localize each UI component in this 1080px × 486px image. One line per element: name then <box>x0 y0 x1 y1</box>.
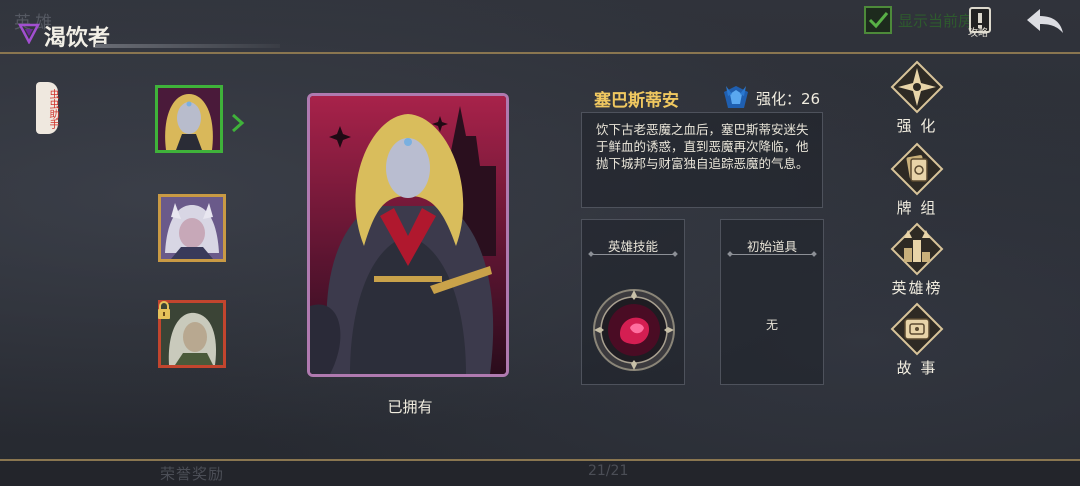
starting-item-panel: 初始道具 无 <box>720 219 824 385</box>
story-button[interactable]: 故 事 <box>886 302 948 378</box>
hero-skill-title: 英雄技能 <box>607 239 658 254</box>
hero-card-art <box>307 93 509 377</box>
show-current-checkbox[interactable] <box>864 6 892 34</box>
story-label: 故 事 <box>896 359 938 377</box>
hero-thumb-2[interactable] <box>158 194 226 262</box>
enhance-star-icon <box>890 60 944 114</box>
honor-reward-button[interactable]: 荣誉奖励 <box>160 463 224 484</box>
sebastian-portrait <box>158 88 220 150</box>
back-arrow-icon[interactable] <box>1024 6 1066 36</box>
ranking-podium-icon <box>890 222 944 276</box>
selected-arrow-icon <box>232 113 245 133</box>
top-divider <box>0 52 1080 54</box>
page-counter: 21/21 <box>588 463 629 479</box>
helper-tab[interactable]: 虫虫助手 <box>36 82 58 134</box>
item-divider <box>731 254 813 255</box>
deck-button[interactable]: 牌 组 <box>886 142 948 218</box>
hero-skill-panel: 英雄技能 <box>581 219 685 385</box>
ranking-label: 英雄榜 <box>891 279 943 297</box>
owned-label: 已拥有 <box>387 398 433 416</box>
wolf-hero-portrait <box>161 197 223 259</box>
show-current-toggle[interactable]: 显示当前房 <box>864 6 973 34</box>
sebastian-card-illustration <box>310 96 506 374</box>
blood-skill-icon[interactable] <box>592 288 676 372</box>
hero-description: 饮下古老恶魔之血后，塞巴斯蒂安迷失于鲜血的诱惑，直到恶魔再次降临，他抛下城邦与财… <box>581 112 823 208</box>
hero-thumb-sebastian[interactable] <box>155 85 223 153</box>
hero-name: 塞巴斯蒂安 <box>594 91 679 111</box>
check-icon <box>868 12 889 29</box>
demon-emblem-icon <box>18 23 40 44</box>
guide-label[interactable]: 攻略 <box>968 24 988 39</box>
ranking-button[interactable]: 英雄榜 <box>886 222 948 298</box>
title-underline <box>95 44 280 48</box>
deck-label: 牌 组 <box>896 199 938 217</box>
enhance-label: 强 化 <box>896 117 938 135</box>
enhance-crystal-icon <box>724 86 748 108</box>
deck-cards-icon <box>890 142 944 196</box>
starting-item-value: 无 <box>765 318 778 332</box>
enhance-button[interactable]: 强 化 <box>886 60 948 136</box>
skill-divider <box>592 254 674 255</box>
enhance-level: 强化：26 <box>756 90 821 108</box>
show-current-label: 显示当前房 <box>898 11 974 30</box>
starting-item-title: 初始道具 <box>746 239 797 254</box>
lock-icon <box>158 301 170 319</box>
top-bar: 英雄 渴饮者 显示当前房 攻略 <box>0 0 1080 54</box>
story-scroll-icon <box>890 302 944 356</box>
